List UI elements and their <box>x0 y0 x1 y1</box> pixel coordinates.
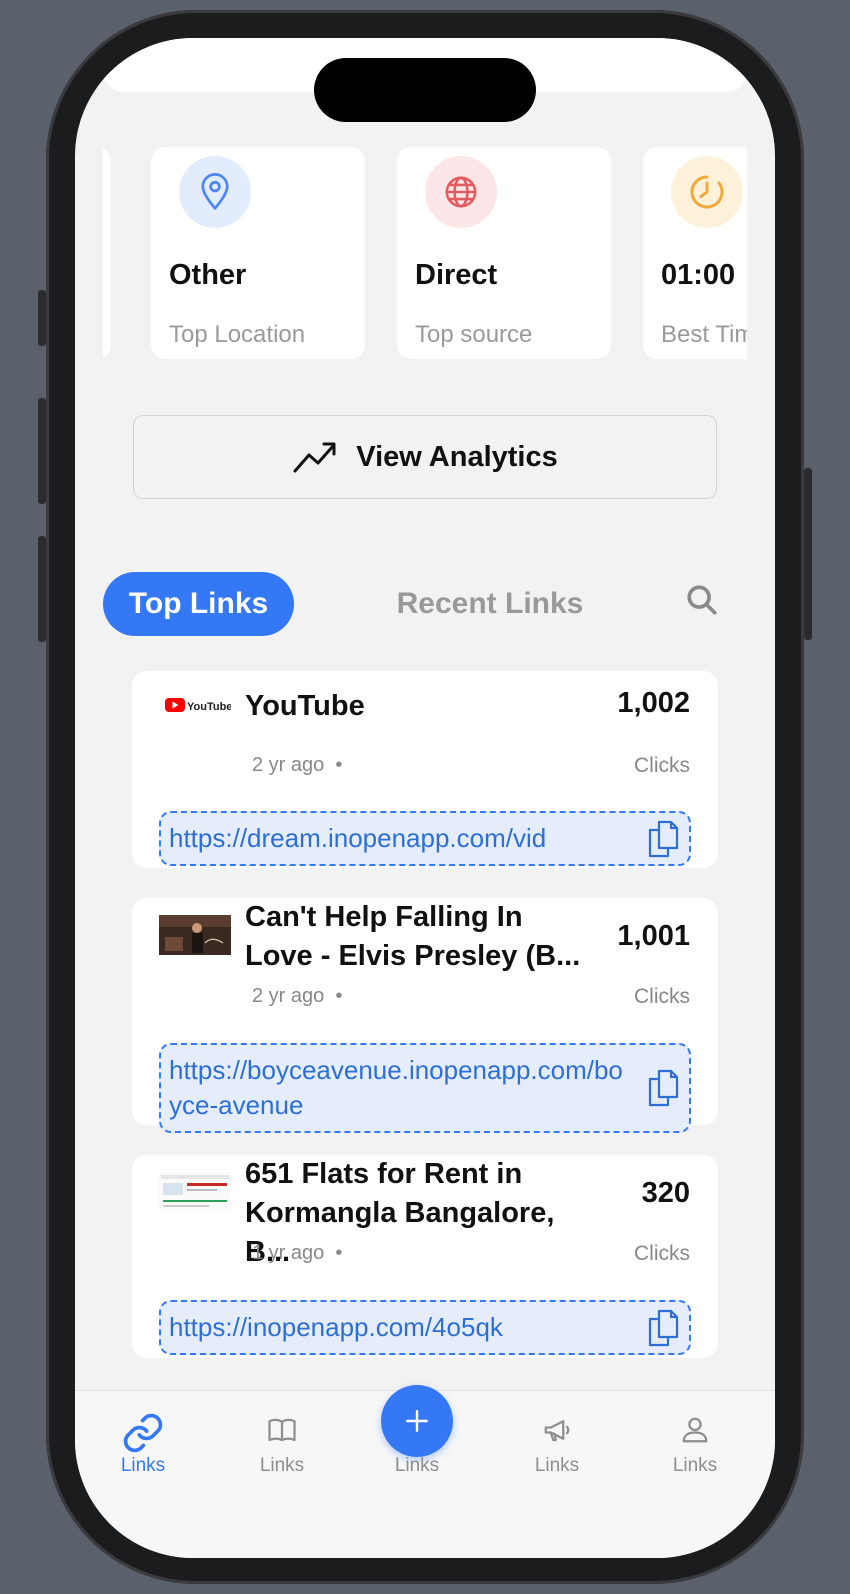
link-icon <box>123 1413 163 1453</box>
short-url-field[interactable]: https://dream.inopenapp.com/vid <box>159 811 691 866</box>
view-analytics-button[interactable]: View Analytics <box>133 415 717 499</box>
search-icon[interactable] <box>685 583 725 623</box>
trending-up-icon <box>293 442 336 473</box>
add-link-button[interactable] <box>381 1385 453 1457</box>
tab-label: Links <box>534 1455 580 1476</box>
volume-down-button <box>38 536 46 642</box>
tab-top-links[interactable]: Top Links <box>103 572 294 636</box>
link-title: Can't Help Falling In Love - Elvis Presl… <box>245 901 581 972</box>
action-button <box>38 290 46 346</box>
clicks-label: Clicks <box>634 754 690 777</box>
bottom-tab-bar: Links Links Links Links Links <box>75 1385 775 1558</box>
tab-campaigns[interactable]: Links <box>507 1391 607 1491</box>
book-icon <box>268 1418 296 1442</box>
short-url-text: https://dream.inopenapp.com/vid <box>169 823 547 853</box>
tab-library[interactable]: Links <box>232 1391 332 1491</box>
stat-value: 01:00 <box>661 259 736 291</box>
megaphone-icon <box>544 1420 570 1442</box>
short-url-text: https://inopenapp.com/4o5qk <box>169 1312 503 1342</box>
tab-links[interactable]: Links <box>93 1391 193 1491</box>
link-age: 2 yr ago • <box>252 985 343 1007</box>
tab-recent-links[interactable]: Recent Links <box>375 572 605 636</box>
click-count: 1,002 <box>617 687 690 719</box>
app-screen: Other Top Location Direct Top source 01:… <box>75 38 775 1558</box>
dynamic-island <box>314 58 536 122</box>
link-card[interactable]: YouTube YouTube 1,002 2 yr ago • Clicks … <box>132 671 718 868</box>
clock-icon <box>671 156 743 228</box>
tab-label: Links <box>394 1455 440 1476</box>
stat-label: Top source <box>415 321 533 348</box>
stat-label: Top Location <box>169 321 306 348</box>
globe-icon <box>425 156 497 228</box>
stat-card-location: Other Top Location <box>151 147 365 359</box>
short-url-text: https://boyceavenue.inopenapp.com/boyce-… <box>169 1055 623 1120</box>
stat-value: Other <box>169 259 247 291</box>
volume-up-button <box>38 398 46 504</box>
youtube-logo-thumbnail: YouTube <box>159 691 232 731</box>
tab-label: Links <box>259 1455 305 1476</box>
plus-icon <box>406 1410 428 1432</box>
tab-label: Links <box>672 1455 718 1476</box>
link-age: 1 yr ago • <box>252 1242 343 1264</box>
svg-text:YouTube: YouTube <box>187 701 231 713</box>
stat-card-source: Direct Top source <box>397 147 611 359</box>
short-url-field[interactable]: https://inopenapp.com/4o5qk <box>159 1300 691 1355</box>
stat-card-previous <box>103 147 111 359</box>
stat-value: Direct <box>415 259 498 291</box>
map-pin-icon <box>179 156 251 228</box>
clicks-label: Clicks <box>634 985 690 1008</box>
link-age: 2 yr ago • <box>252 754 343 776</box>
tab-label: Links <box>120 1455 166 1476</box>
copy-icon[interactable] <box>647 820 679 858</box>
link-card[interactable]: 651 Flats for Rent in Kormangla Bangalor… <box>132 1155 718 1358</box>
link-card[interactable]: Can't Help Falling In Love - Elvis Presl… <box>132 898 718 1133</box>
click-count: 1,001 <box>617 920 690 952</box>
power-button <box>804 468 812 640</box>
copy-icon[interactable] <box>647 1069 679 1107</box>
stat-label: Best Time <box>661 321 747 348</box>
video-thumbnail <box>159 915 231 955</box>
stat-card-time: 01:00 Best Time <box>643 147 747 359</box>
link-title: YouTube <box>245 690 365 722</box>
short-url-field[interactable]: https://boyceavenue.inopenapp.com/boyce-… <box>159 1043 691 1133</box>
tab-profile[interactable]: Links <box>645 1391 745 1491</box>
stats-carousel[interactable]: Other Top Location Direct Top source 01:… <box>103 147 747 359</box>
click-count: 320 <box>641 1177 690 1209</box>
webpage-thumbnail <box>159 1172 231 1212</box>
copy-icon[interactable] <box>647 1309 679 1347</box>
person-icon <box>682 1417 708 1443</box>
clicks-label: Clicks <box>634 1242 690 1265</box>
view-analytics-label: View Analytics <box>356 440 558 473</box>
